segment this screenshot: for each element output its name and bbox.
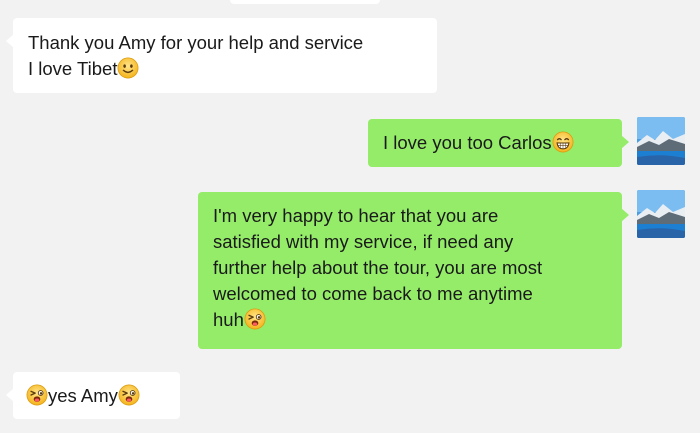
grin-emoji-icon: [552, 131, 574, 153]
message-text-line: welcomed to come back to me anytime: [213, 283, 533, 304]
outgoing-message-bubble[interactable]: I'm very happy to hear that you are sati…: [198, 192, 629, 349]
message-text-line: satisfied with my service, if need any: [213, 231, 514, 252]
incoming-message-bubble[interactable]: yes Amy: [6, 372, 180, 419]
message-text: I love you too Carlos: [383, 132, 552, 153]
wink-tongue-emoji-icon: [118, 384, 140, 406]
user-avatar[interactable]: [637, 190, 685, 238]
message-text: yes Amy: [48, 385, 118, 406]
message-text-line: Thank you Amy for your help and service: [28, 32, 364, 53]
message-text-line: further help about the tour, you are mos…: [213, 257, 543, 278]
message-text-line: I love Tibet: [28, 58, 118, 79]
message-text-line: huh: [213, 309, 244, 330]
wink-tongue-emoji-icon: [26, 384, 48, 406]
message-text-line: I'm very happy to hear that you are: [213, 205, 499, 226]
previous-message-edge: [230, 0, 380, 4]
landscape-avatar-icon: [637, 190, 685, 238]
user-avatar[interactable]: [637, 117, 685, 165]
incoming-message-bubble[interactable]: Thank you Amy for your help and service …: [6, 18, 437, 93]
wink-tongue-emoji-icon: [244, 308, 266, 330]
landscape-avatar-icon: [637, 117, 685, 165]
outgoing-message-bubble[interactable]: I love you too Carlos: [368, 119, 629, 167]
smile-emoji-icon: [118, 57, 139, 79]
